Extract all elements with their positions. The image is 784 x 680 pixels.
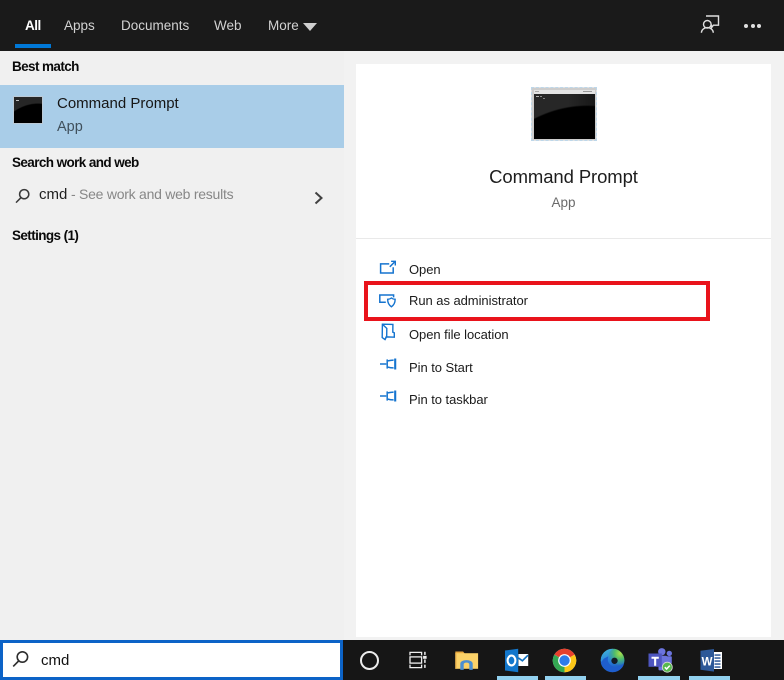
svg-text:W: W xyxy=(702,657,713,669)
